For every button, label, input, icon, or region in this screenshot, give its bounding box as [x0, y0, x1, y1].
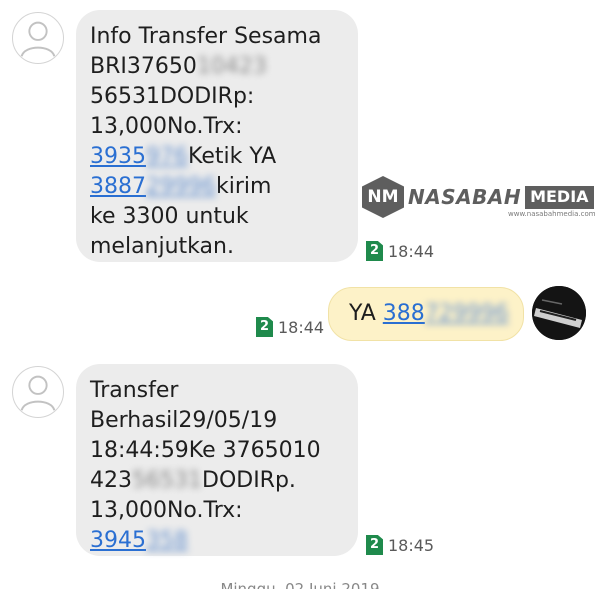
message-number-link-redacted[interactable]: 29996 [146, 174, 216, 199]
message-time: 18:44 [278, 317, 325, 337]
watermark-logo-mark: NM [362, 176, 404, 218]
message-text: 18:44:59Ke 3765010 [90, 438, 321, 463]
message-text: kirim [216, 174, 272, 199]
contact-avatar-icon[interactable] [12, 12, 64, 64]
message-bubble-outgoing[interactable]: YA 388729996 [328, 287, 524, 341]
message-text: ke 3300 untuk [90, 204, 249, 229]
message-meta: 2 18:45 [366, 534, 434, 556]
message-number-link[interactable]: 3935 [90, 144, 146, 169]
message-time: 18:45 [388, 535, 435, 555]
contact-avatar-icon[interactable] [12, 366, 64, 418]
message-line: 388729996kirim [90, 172, 344, 202]
message-line: Transfer [90, 376, 344, 406]
watermark-url: www.nasabahmedia.com [508, 210, 596, 218]
message-text: Berhasil29/05/19 [90, 408, 278, 433]
message-number-link[interactable]: 3945 [90, 528, 146, 553]
message-line: 42356531DODIRp. [90, 466, 344, 496]
watermark-media-box: MEDIA [525, 185, 594, 209]
message-text: 13,000No.Trx: [90, 498, 243, 523]
message-number-link-redacted[interactable]: 976 [146, 144, 188, 169]
sim-card-2-icon: 2 [366, 241, 383, 261]
watermark-brand: NASABAH [408, 185, 522, 209]
message-line: 3935976Ketik YA [90, 142, 344, 172]
message-line: 13,000No.Trx: [90, 112, 344, 142]
message-time: 18:44 [388, 241, 435, 261]
user-avatar[interactable] [532, 286, 586, 340]
message-text: 56531DODIRp: [90, 84, 255, 109]
message-text: Info Transfer Sesama [90, 24, 322, 49]
message-text: BRI37650 [90, 54, 197, 79]
message-text: Ketik YA [188, 144, 277, 169]
message-bubble-incoming[interactable]: Info Transfer Sesama BRI3765010423 56531DO… [76, 10, 358, 262]
message-text-redacted: 56531 [132, 468, 202, 493]
message-number-link-redacted[interactable]: 729996 [425, 301, 509, 326]
message-meta: 2 18:44 [256, 316, 324, 338]
message-text: melanjutkan. [90, 234, 234, 259]
message-number-link[interactable]: 3887 [90, 174, 146, 199]
message-text: Transfer [90, 378, 179, 403]
sim-card-2-icon: 2 [366, 535, 383, 555]
message-line: melanjutkan. [90, 232, 344, 262]
message-line: BRI3765010423 [90, 52, 344, 82]
message-line: 13,000No.Trx: [90, 496, 344, 526]
message-number-link-redacted[interactable]: 358 [146, 528, 188, 553]
message-text: 13,000No.Trx: [90, 114, 243, 139]
message-line: 3945358 [90, 526, 344, 556]
message-meta: 2 18:44 [366, 240, 434, 262]
message-text: 423 [90, 468, 132, 493]
message-line: 18:44:59Ke 3765010 [90, 436, 344, 466]
message-line: ke 3300 untuk [90, 202, 344, 232]
message-text: DODIRp. [202, 468, 296, 493]
sim-card-2-icon: 2 [256, 317, 273, 337]
message-bubble-incoming[interactable]: Transfer Berhasil29/05/19 18:44:59Ke 37650… [76, 364, 358, 556]
message-line: Berhasil29/05/19 [90, 406, 344, 436]
message-text: YA [349, 301, 383, 326]
message-number-link[interactable]: 388 [383, 301, 425, 326]
date-divider: Minggu, 02 Juni 2019 [220, 580, 380, 589]
message-text-redacted: 10423 [196, 54, 267, 79]
message-line: YA 388729996 [349, 299, 509, 329]
message-line: 56531DODIRp: [90, 82, 344, 112]
message-line: Info Transfer Sesama [90, 22, 344, 52]
